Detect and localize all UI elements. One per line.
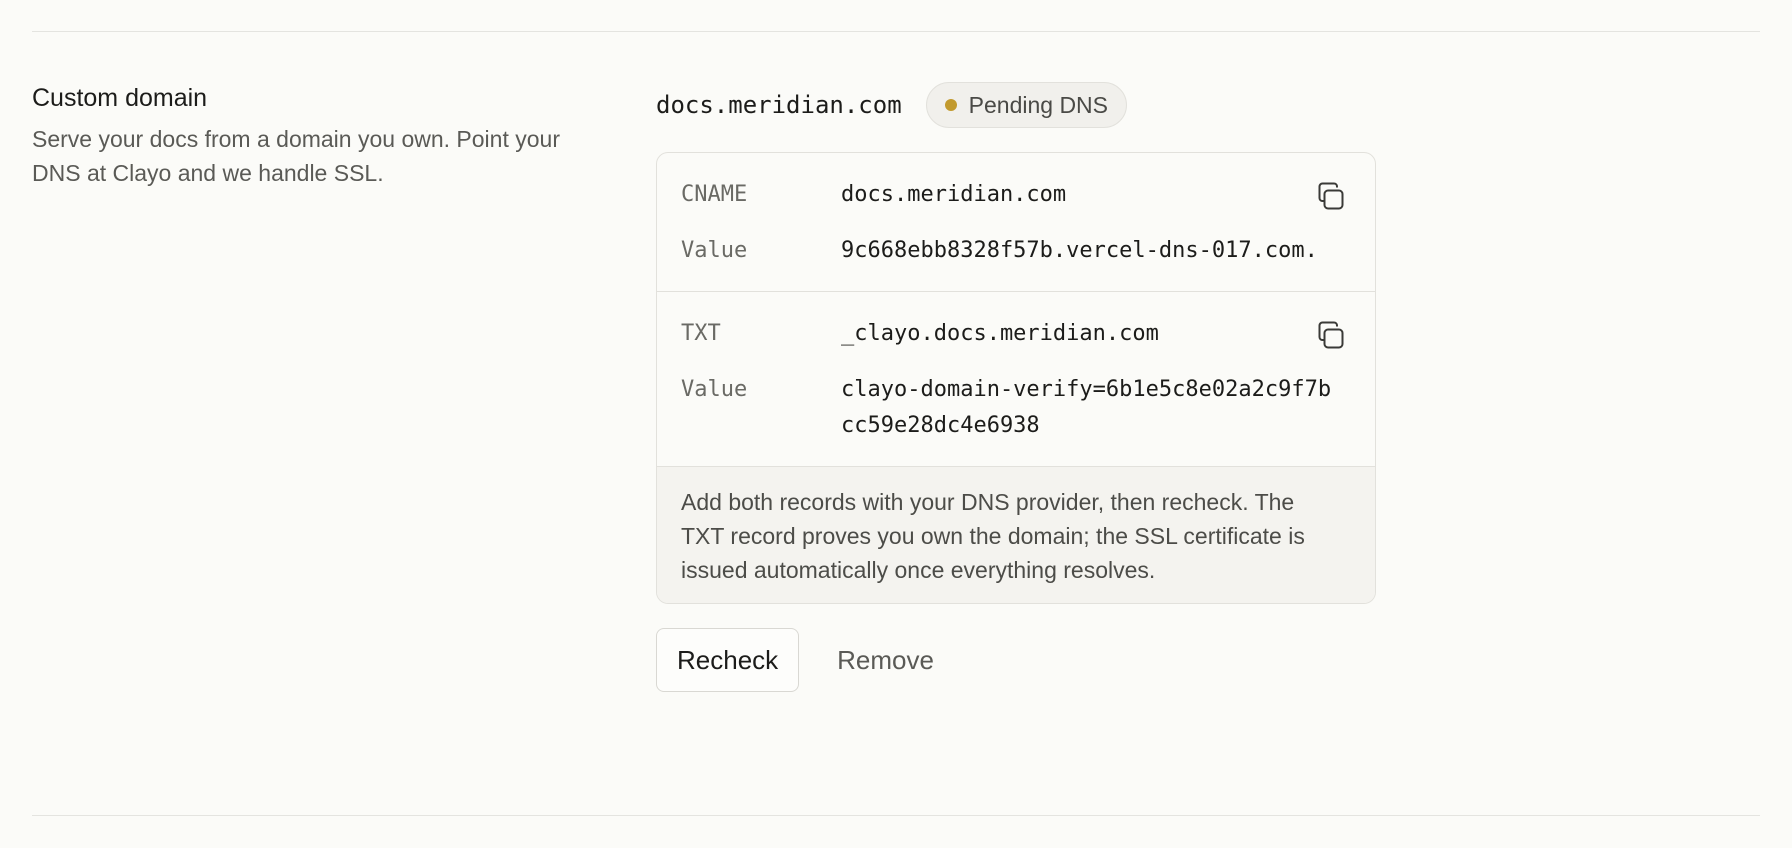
copy-icon (1318, 182, 1344, 210)
record-value-label: Value (681, 377, 748, 402)
status-dot-icon (944, 99, 957, 111)
section-header: Custom domain Serve your docs from a dom… (32, 80, 592, 190)
record-value: clayo-domain-verify=6b1e5c8e02a2c9f7bcc5… (841, 377, 1332, 438)
status-label: Pending DNS (968, 91, 1108, 118)
domain-row: docs.meridian.com Pending DNS (656, 82, 1376, 128)
dns-records-card: CNAME docs.meridian.com Value 9c668ebb83… (656, 152, 1376, 604)
custom-domain-settings-page: Custom domain Serve your docs from a dom… (0, 0, 1792, 848)
record-name-line: TXT _clayo.docs.meridian.com (681, 316, 1345, 352)
dns-instructions-note: Add both records with your DNS provider,… (657, 467, 1375, 603)
record-value-line: Value 9c668ebb8328f57b.vercel-dns-017.co… (681, 233, 1345, 269)
record-host: docs.meridian.com (841, 182, 1067, 207)
copy-txt-button[interactable] (1313, 318, 1349, 354)
record-type: TXT (681, 321, 721, 346)
domain-actions: Recheck Remove (656, 628, 1376, 692)
bottom-divider (32, 815, 1760, 816)
copy-icon (1318, 321, 1344, 349)
remove-button[interactable]: Remove (817, 628, 954, 692)
top-divider (32, 31, 1760, 32)
record-type: CNAME (681, 182, 748, 207)
record-value-line: Value clayo-domain-verify=6b1e5c8e02a2c9… (681, 372, 1345, 444)
recheck-button[interactable]: Recheck (656, 628, 800, 692)
record-value: 9c668ebb8328f57b.vercel-dns-017.com. (841, 238, 1318, 263)
record-value-label: Value (681, 238, 748, 263)
dns-record-cname: CNAME docs.meridian.com Value 9c668ebb83… (657, 153, 1375, 292)
copy-cname-button[interactable] (1313, 179, 1349, 215)
status-badge: Pending DNS (925, 82, 1127, 128)
record-name-line: CNAME docs.meridian.com (681, 177, 1345, 213)
dns-record-txt: TXT _clayo.docs.meridian.com Value clayo… (657, 292, 1375, 467)
section-title: Custom domain (32, 84, 208, 112)
record-host: _clayo.docs.meridian.com (841, 321, 1159, 346)
domain-name: docs.meridian.com (656, 91, 902, 119)
section-description: Serve your docs from a domain you own. P… (32, 126, 560, 186)
domain-panel: docs.meridian.com Pending DNS CNAME docs… (656, 82, 1376, 692)
